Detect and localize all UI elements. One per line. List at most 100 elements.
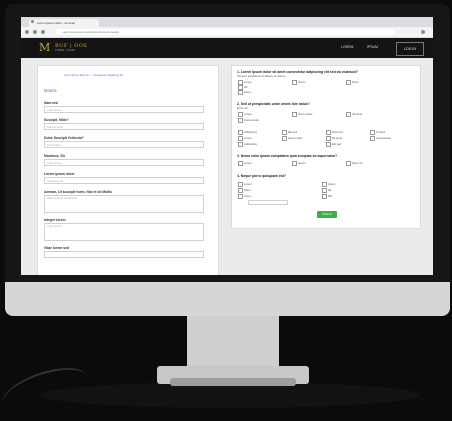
nav-link-1[interactable]: LOREM bbox=[341, 45, 353, 49]
monitor-screen: Lorem ipsum dolor - sit amet app.lorem-i… bbox=[21, 17, 433, 275]
checkbox-option[interactable]: Ipsum bbox=[292, 80, 306, 85]
other-text-input[interactable] bbox=[248, 200, 288, 205]
field-label: Nam nisl bbox=[44, 101, 59, 105]
radio-option[interactable]: Ipsum bbox=[292, 161, 306, 166]
option-label: Sit bbox=[244, 85, 248, 90]
option-label: Sit amet bbox=[352, 112, 363, 117]
monitor-stand-neck bbox=[187, 316, 279, 366]
logo-subtitle: LOREM · IPSUM bbox=[55, 49, 75, 52]
checkbox-icon bbox=[238, 136, 243, 141]
form-input[interactable]: Dolor sit amet bbox=[44, 123, 204, 130]
checkbox-option[interactable]: Elit bbox=[322, 194, 332, 199]
checkbox-option[interactable]: Amet bbox=[238, 90, 251, 95]
option-label: Elit bbox=[328, 194, 332, 199]
checkbox-icon bbox=[238, 130, 243, 135]
form-input[interactable]: Adipiscing elit bbox=[44, 177, 204, 184]
url-field[interactable]: app.lorem-ipsum.com/form/contact-details bbox=[55, 29, 395, 35]
form-intro-link[interactable]: Lorem ipsum dolor sit — Consectetur adip… bbox=[64, 74, 123, 77]
checkbox-icon bbox=[326, 142, 331, 147]
checkbox-option[interactable]: Ipsum dolor bbox=[282, 136, 303, 141]
checkbox-option[interactable]: Sit amet bbox=[326, 136, 342, 141]
checkbox-option[interactable]: Elit sed bbox=[326, 142, 341, 147]
checkbox-option[interactable]: Lorem bbox=[238, 182, 252, 187]
checkbox-option[interactable]: Sit amet bbox=[346, 112, 362, 117]
checkbox-option[interactable]: Consectetur bbox=[370, 136, 391, 141]
form-input[interactable]: Lorem ipsum bbox=[44, 106, 204, 113]
checkbox-icon bbox=[322, 194, 327, 199]
option-label: Lorem bbox=[244, 80, 252, 85]
checkbox-option[interactable]: Sit bbox=[322, 188, 331, 193]
radio-option[interactable]: Lorem bbox=[238, 161, 252, 166]
checkbox-option[interactable]: Amet bbox=[238, 194, 251, 199]
field-label: Maximus, Sit bbox=[44, 154, 65, 158]
option-label: Consectetur bbox=[376, 136, 392, 141]
option-label: Amet bbox=[244, 90, 251, 95]
browser-menu-icon[interactable] bbox=[421, 30, 425, 34]
checkbox-option[interactable]: Dolor bbox=[238, 188, 251, 193]
favicon-icon bbox=[31, 19, 34, 23]
field-label: Lorem ipsum dolor bbox=[44, 172, 75, 176]
checkbox-icon bbox=[238, 90, 243, 95]
checkbox-icon bbox=[346, 112, 351, 117]
option-label: Consectetur bbox=[244, 118, 260, 123]
field-label: Aenean, Ut suscipit fuem, Nisl et sit Mo… bbox=[44, 190, 113, 194]
nav-link-2[interactable]: IPSUM bbox=[367, 45, 378, 49]
checkbox-icon bbox=[238, 142, 243, 147]
monitor-cable bbox=[0, 361, 94, 421]
checkbox-option[interactable]: Tempor bbox=[370, 130, 385, 135]
checkbox-option[interactable]: Lorem bbox=[238, 112, 252, 117]
checkbox-icon bbox=[322, 182, 327, 187]
checkbox-option[interactable]: Eiusmod bbox=[326, 130, 343, 135]
option-label: Ipsum dolor bbox=[288, 136, 303, 141]
checkbox-icon bbox=[322, 188, 327, 193]
back-icon[interactable] bbox=[25, 30, 29, 34]
browser-tab[interactable]: Lorem ipsum dolor - sit amet bbox=[29, 19, 99, 27]
option-label: Lorem bbox=[244, 161, 252, 166]
forward-icon[interactable] bbox=[33, 30, 37, 34]
form-section-title: Mauris bbox=[44, 88, 57, 93]
option-label: Tempor bbox=[376, 130, 386, 135]
option-label: Elit sed bbox=[332, 142, 342, 147]
option-label: Lorem bbox=[244, 136, 252, 141]
option-label: Adipiscing bbox=[244, 130, 257, 135]
contact-form-panel: Lorem ipsum dolor sit — Consectetur adip… bbox=[37, 65, 219, 275]
field-label: Integer lorem bbox=[44, 218, 66, 222]
question-3: 3. Nemo enim ipsam voluptatem quia volup… bbox=[237, 154, 338, 158]
radio-icon bbox=[346, 161, 351, 166]
reload-icon[interactable] bbox=[41, 30, 45, 34]
option-label: Ipsum bbox=[298, 161, 306, 166]
checkbox-option[interactable]: Ipsum bbox=[322, 182, 336, 187]
checkbox-icon bbox=[238, 182, 243, 187]
checkbox-option[interactable]: Ipsum dolor bbox=[292, 112, 313, 117]
form-textarea[interactable]: Dolor sit amet consectetur bbox=[44, 195, 204, 213]
checkbox-option[interactable]: Adipiscing bbox=[238, 130, 257, 135]
radio-option[interactable]: Dolor sit bbox=[346, 161, 362, 166]
checkbox-icon bbox=[292, 112, 297, 117]
checkbox-option[interactable]: Adipiscing bbox=[238, 142, 257, 147]
form-input[interactable]: Lorem ipsum bbox=[44, 159, 204, 166]
survey-panel: 1. Lorem ipsum dolor sit amet consectetu… bbox=[231, 65, 421, 229]
checkbox-icon bbox=[238, 194, 243, 199]
checkbox-icon bbox=[326, 136, 331, 141]
checkbox-icon bbox=[238, 112, 243, 117]
checkbox-icon bbox=[346, 80, 351, 85]
checkbox-icon bbox=[326, 130, 331, 135]
checkbox-option[interactable]: Elit sed bbox=[282, 130, 297, 135]
login-button[interactable]: LOG IN bbox=[396, 42, 424, 56]
form-input[interactable]: Consectetur bbox=[44, 141, 204, 148]
checkbox-option[interactable]: Dolor bbox=[346, 80, 359, 85]
form-textarea[interactable]: Lorem ipsum bbox=[44, 223, 204, 241]
option-label: Lorem bbox=[244, 112, 252, 117]
submit-button[interactable]: Submit bbox=[317, 211, 337, 218]
checkbox-icon bbox=[238, 118, 243, 123]
checkbox-option[interactable]: Lorem bbox=[238, 136, 252, 141]
form-input[interactable] bbox=[44, 251, 204, 258]
field-label: Vitae lorem sed bbox=[44, 246, 70, 250]
option-label: Elit sed bbox=[288, 130, 298, 135]
question-4: 4. Neque porro quisquam est? bbox=[237, 174, 286, 178]
option-label: Ipsum dolor bbox=[298, 112, 313, 117]
question-1-subtitle: Tempor incididunt ut labore et dolore bbox=[237, 74, 286, 78]
option-label: Dolor bbox=[352, 80, 359, 85]
checkbox-option[interactable]: Consectetur bbox=[238, 118, 259, 123]
checkbox-icon bbox=[292, 80, 297, 85]
